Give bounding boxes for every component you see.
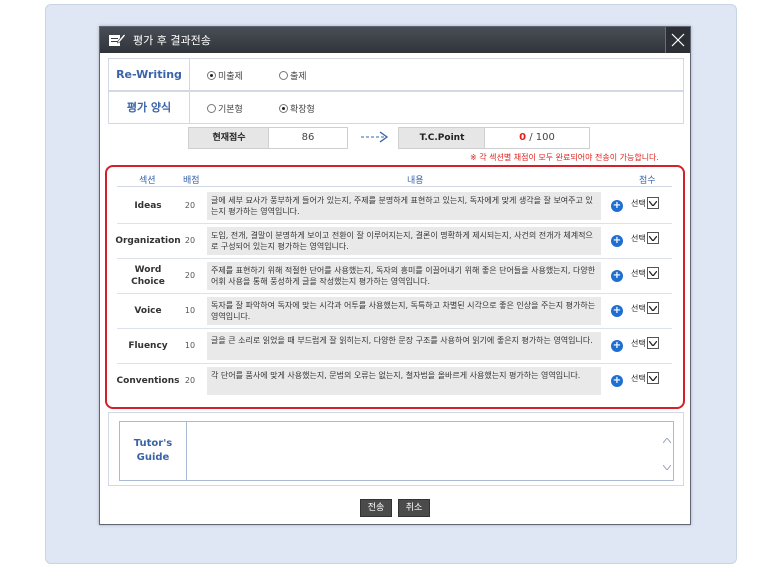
rewriting-label: Re-Writing [109,59,190,90]
current-score-label: 현재점수 [188,127,270,149]
row-points: 10 [184,341,196,350]
row-description: 독자를 잘 파악하여 독자에 맞는 시각과 어투를 사용했는지, 독특하고 차별… [207,297,601,325]
add-comment-icon[interactable]: + [611,305,623,317]
score-select[interactable]: 선택 [631,301,659,315]
tc-point-max: / 100 [529,132,555,143]
evaluation-table: 섹션 배점 내용 점수 Ideas 20 글에 세부 묘사가 풍부하게 들어가 … [105,165,685,409]
dialog-title: 평가 후 결과전송 [133,34,211,47]
header-points: 배점 [183,176,200,186]
table-row: Word Choice 20 주제를 표현하기 위해 적절한 단어를 사용했는지… [117,259,672,294]
table-header: 섹션 배점 내용 점수 [117,170,672,187]
row-section: Fluency [128,341,168,351]
row-description: 글을 큰 소리로 읽었을 때 부드럽게 잘 읽히는지, 다양한 문장 구조를 사… [207,332,601,360]
add-comment-icon[interactable]: + [611,375,623,387]
rewriting-row: Re-Writing 미출제 출제 [108,58,684,91]
cancel-button[interactable]: 취소 [398,499,430,517]
row-points: 20 [184,201,196,210]
score-select[interactable]: 선택 [631,231,659,245]
score-select[interactable]: 선택 [631,336,659,350]
close-button[interactable] [665,27,690,53]
close-icon [671,33,685,47]
dialog-titlebar: 평가 후 결과전송 [100,27,690,53]
tc-point-label: T.C.Point [398,127,486,149]
row-section: Conventions [116,376,180,386]
tutor-guide-section: Tutor's Guide [108,412,684,486]
eval-type-row: 평가 양식 기본형 확장형 [108,91,684,124]
chevron-down-icon [646,232,659,244]
send-button[interactable]: 전송 [360,499,392,517]
completion-notice: ※ 각 섹션별 채점이 모두 완료되어야 전송이 가능합니다. [470,153,659,162]
row-section: Ideas [134,201,162,211]
radio-unselected-icon [207,104,216,113]
eval-type-option-basic[interactable]: 기본형 [207,102,243,115]
tc-point-value: 0 / 100 [484,127,590,149]
row-description: 주제를 표현하기 위해 적절한 단어를 사용했는지, 독자의 흥미를 이끌어내기… [207,262,601,290]
radio-selected-icon [207,71,216,80]
row-points: 20 [184,236,196,245]
table-row: Fluency 10 글을 큰 소리로 읽었을 때 부드럽게 잘 읽히는지, 다… [117,329,672,364]
scroll-down-icon[interactable] [662,455,672,474]
rewriting-option-assigned[interactable]: 출제 [279,69,307,82]
row-section: Word Choice [131,265,165,287]
eval-type-label: 평가 양식 [109,92,190,123]
row-points: 10 [184,306,196,315]
row-description: 각 단어를 품사에 맞게 사용했는지, 문법의 오류는 없는지, 철자법을 올바… [207,367,601,395]
add-comment-icon[interactable]: + [611,200,623,212]
chevron-down-icon [646,302,659,314]
row-points: 20 [184,376,196,385]
row-description: 도입, 전개, 결말이 분명하게 보이고 전환이 잘 이루어지는지, 결론이 명… [207,227,601,255]
table-row: Conventions 20 각 단어를 품사에 맞게 사용했는지, 문법의 오… [117,364,672,398]
score-select[interactable]: 선택 [631,196,659,210]
score-select[interactable]: 선택 [631,371,659,385]
edit-document-icon [108,32,126,47]
row-section: Organization [115,236,181,246]
header-section: 섹션 [139,176,156,186]
evaluation-dialog: 평가 후 결과전송 Re-Writing 미출제 출제 평가 양식 기본형 확장… [99,26,691,525]
chevron-down-icon [646,197,659,209]
table-row: Voice 10 독자를 잘 파악하여 독자에 맞는 시각과 어투를 사용했는지… [117,294,672,329]
chevron-down-icon [646,372,659,384]
radio-unselected-icon [279,71,288,80]
eval-type-option-extended[interactable]: 확장형 [279,102,315,115]
arrow-right-icon [360,129,390,149]
row-points: 20 [184,271,196,280]
tutor-guide-label: Tutor's Guide [120,422,187,480]
tc-point-current: 0 [519,132,527,143]
add-comment-icon[interactable]: + [611,340,623,352]
current-score-value: 86 [268,127,348,149]
chevron-down-icon [646,337,659,349]
add-comment-icon[interactable]: + [611,270,623,282]
table-row: Ideas 20 글에 세부 묘사가 풍부하게 들어가 있는지, 주제를 분명하… [117,189,672,224]
tutor-guide-textarea[interactable]: Tutor's Guide [119,421,674,481]
score-select[interactable]: 선택 [631,266,659,280]
score-row: 현재점수 86 T.C.Point 0 / 100 [108,124,682,152]
header-content: 내용 [407,176,424,186]
rewriting-option-unassigned[interactable]: 미출제 [207,69,243,82]
radio-selected-icon [279,104,288,113]
header-score: 점수 [639,176,656,186]
chevron-down-icon [646,267,659,279]
table-row: Organization 20 도입, 전개, 결말이 분명하게 보이고 전환이… [115,224,672,259]
row-section: Voice [134,306,162,316]
row-description: 글에 세부 묘사가 풍부하게 들어가 있는지, 주제를 분명하게 표현하고 있는… [207,192,601,220]
add-comment-icon[interactable]: + [611,235,623,247]
scroll-up-icon[interactable] [662,428,672,447]
